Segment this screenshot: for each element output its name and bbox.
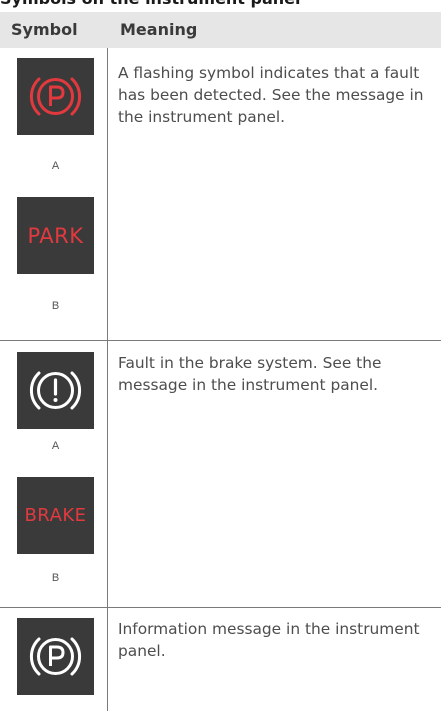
section-title: Symbols on the instrument panel <box>0 0 301 8</box>
parking-brake-white-icon <box>17 618 94 695</box>
table-header: Symbol Meaning <box>0 12 441 48</box>
icon-label: B <box>51 300 60 312</box>
icon-label: A <box>51 160 60 172</box>
brake-text-icon: BRAKE <box>17 477 94 554</box>
parking-brake-red-icon <box>17 58 94 135</box>
header-symbol: Symbol <box>11 20 78 39</box>
meaning-text: Fault in the brake system. See the messa… <box>118 354 382 394</box>
icon-label: B <box>51 572 60 584</box>
meaning-text: Information message in the instrument pa… <box>118 620 420 660</box>
brake-warning-icon <box>17 352 94 429</box>
column-divider-row-2 <box>107 341 108 607</box>
icon-label: A <box>51 440 60 452</box>
row-divider <box>0 340 441 341</box>
column-divider-row-3 <box>107 608 108 711</box>
meaning-text: A flashing symbol indicates that a fault… <box>118 64 424 126</box>
header-meaning: Meaning <box>120 20 198 39</box>
column-divider-row-1 <box>107 48 108 340</box>
row-divider <box>0 607 441 608</box>
park-text-icon: PARK <box>17 197 94 274</box>
